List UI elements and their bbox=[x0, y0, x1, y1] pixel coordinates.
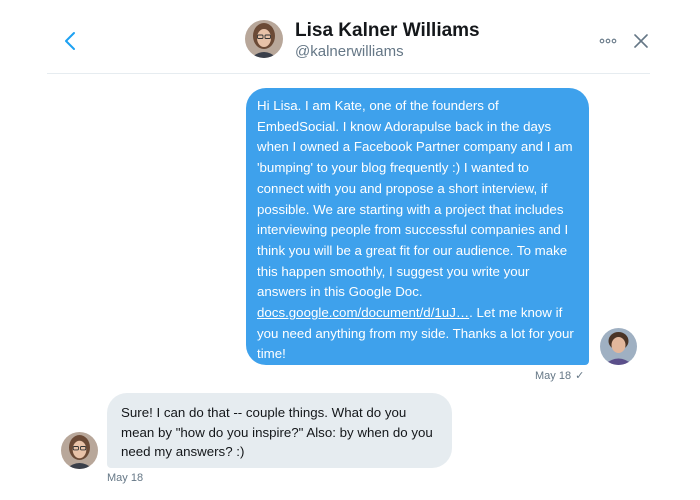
avatar-image bbox=[61, 432, 98, 469]
message-date: May 18 bbox=[535, 370, 572, 382]
received-message-bubble[interactable]: Sure! I can do that -- couple things. Wh… bbox=[107, 393, 452, 468]
close-icon bbox=[634, 34, 648, 48]
contact-name[interactable]: Lisa Kalner Williams bbox=[295, 20, 480, 42]
contact-avatar[interactable] bbox=[61, 432, 98, 469]
avatar-image bbox=[600, 328, 637, 365]
message-link[interactable]: docs.google.com/document/d/1uJ… bbox=[257, 305, 469, 320]
contact-handle[interactable]: @kalnerwilliams bbox=[295, 43, 404, 60]
more-options-button[interactable] bbox=[599, 34, 617, 48]
chevron-left-icon bbox=[65, 32, 75, 50]
avatar[interactable] bbox=[245, 20, 283, 58]
conversation-header: Lisa Kalner Williams @kalnerwilliams bbox=[47, 0, 650, 74]
received-message-text: Sure! I can do that -- couple things. Wh… bbox=[121, 405, 433, 459]
sender-avatar[interactable] bbox=[600, 328, 637, 365]
sent-message-meta: May 18 ✓ bbox=[535, 369, 584, 382]
more-horizontal-icon bbox=[599, 38, 617, 44]
received-message-date: May 18 bbox=[107, 472, 144, 484]
dm-conversation: Lisa Kalner Williams @kalnerwilliams Hi … bbox=[0, 0, 700, 500]
back-button[interactable] bbox=[61, 30, 81, 52]
close-button[interactable] bbox=[634, 34, 648, 48]
checkmark-icon: ✓ bbox=[575, 370, 585, 382]
avatar-image bbox=[245, 20, 283, 58]
sent-message-bubble[interactable]: Hi Lisa. I am Kate, one of the founders … bbox=[246, 88, 589, 365]
sent-message-text: Hi Lisa. I am Kate, one of the founders … bbox=[257, 98, 573, 300]
